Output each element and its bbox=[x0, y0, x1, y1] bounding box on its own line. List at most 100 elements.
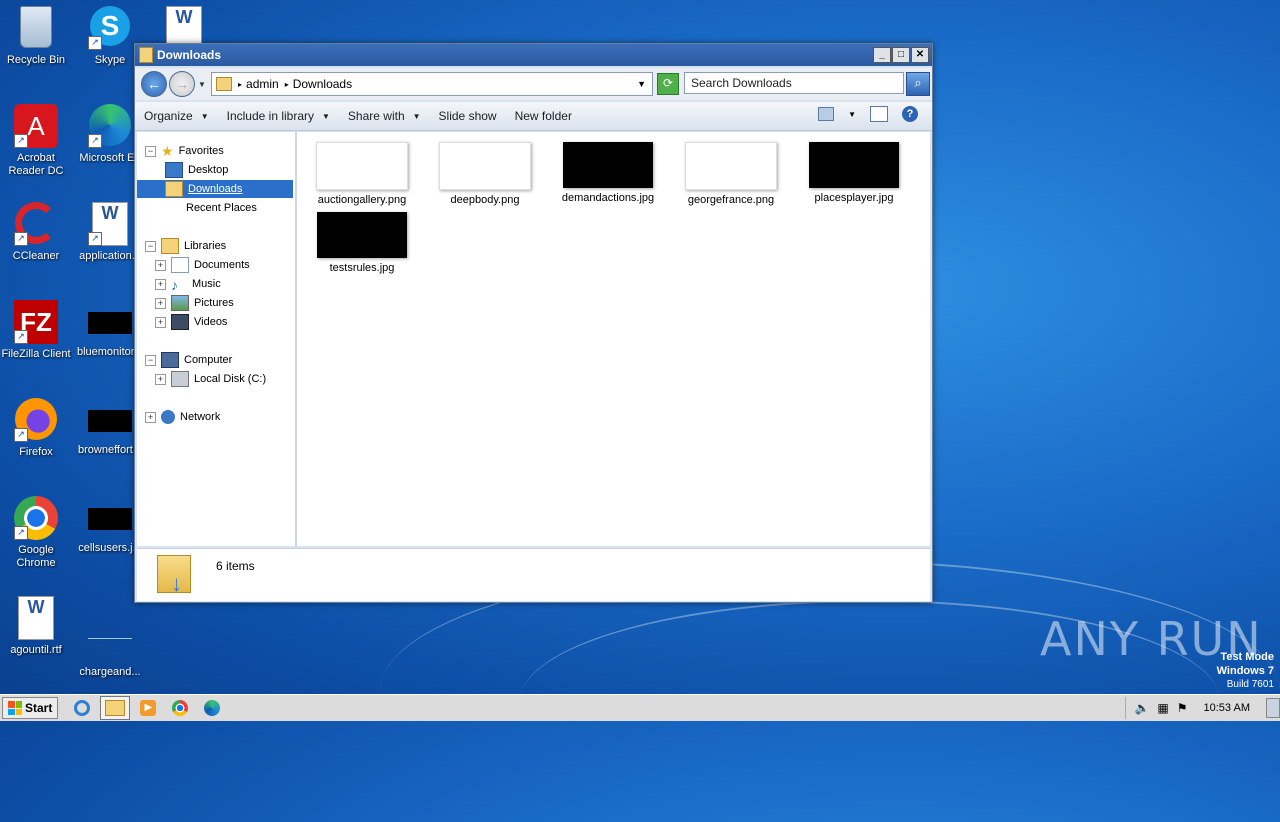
libraries-icon bbox=[161, 238, 179, 254]
desktop-icon-recycle-bin[interactable]: Recycle Bin bbox=[0, 6, 72, 67]
clock[interactable]: 10:53 AM bbox=[1196, 702, 1258, 714]
word-document-icon: W ↗ bbox=[88, 202, 132, 246]
skype-icon: S ↗ bbox=[88, 6, 132, 50]
expand-icon[interactable]: + bbox=[155, 259, 166, 271]
file-item[interactable]: demandactions.jpg bbox=[548, 142, 668, 204]
search-icon[interactable]: ⌕ bbox=[906, 72, 930, 96]
file-name: auctiongallery.png bbox=[317, 194, 407, 206]
title-bar[interactable]: Downloads _ □ ✕ bbox=[135, 44, 932, 66]
new-folder-button[interactable]: New folder bbox=[506, 109, 581, 123]
image-thumbnail bbox=[809, 142, 899, 188]
nav-computer[interactable]: − Computer bbox=[145, 351, 232, 369]
taskbar-edge[interactable] bbox=[198, 697, 226, 719]
desktop-icon-ccleaner[interactable]: ↗ CCleaner bbox=[0, 202, 72, 263]
edge-icon bbox=[204, 700, 221, 716]
nav-videos[interactable]: + Videos bbox=[155, 313, 227, 331]
change-view-icon[interactable] bbox=[818, 107, 835, 121]
file-item[interactable]: deepbody.png bbox=[425, 142, 545, 206]
help-icon[interactable]: ? bbox=[902, 106, 918, 122]
file-name: deepbody.png bbox=[450, 194, 520, 206]
image-thumbnail bbox=[563, 142, 653, 188]
test-mode-watermark: Test Mode Windows 7 Build 7601 bbox=[1217, 650, 1274, 692]
nav-network[interactable]: + Network bbox=[145, 408, 220, 426]
desktop-icon-agountil[interactable]: W agountil.rtf bbox=[0, 596, 72, 657]
command-bar: Organize ▼ Include in library ▼ Share with… bbox=[135, 102, 932, 131]
taskbar-internet-explorer[interactable] bbox=[68, 697, 96, 719]
nav-desktop[interactable]: Desktop bbox=[165, 161, 228, 179]
media-player-icon: ▶ bbox=[140, 700, 157, 716]
expand-icon[interactable]: + bbox=[155, 278, 166, 290]
nav-music[interactable]: + ♪ Music bbox=[155, 275, 221, 293]
music-icon: ♪ bbox=[171, 277, 178, 293]
nav-downloads[interactable]: Downloads bbox=[137, 180, 293, 198]
refresh-button[interactable]: ⟳ bbox=[657, 73, 679, 95]
address-dropdown-icon[interactable]: ▼ bbox=[637, 79, 646, 89]
breadcrumb-downloads[interactable]: Downloads bbox=[293, 77, 352, 91]
firefox-icon: ↗ bbox=[14, 398, 58, 442]
desktop-icon-filezilla[interactable]: FZ ↗ FileZilla Client bbox=[0, 300, 72, 361]
collapse-icon[interactable]: − bbox=[145, 145, 156, 157]
collapse-icon[interactable]: − bbox=[145, 240, 156, 252]
breadcrumb-separator[interactable]: ▸ bbox=[285, 80, 289, 89]
nav-favorites[interactable]: − ★ Favorites bbox=[145, 142, 224, 160]
address-bar[interactable]: ▸ admin ▸ Downloads ▼ bbox=[211, 72, 653, 96]
view-options-chevron-icon[interactable]: ▼ bbox=[848, 110, 856, 119]
chevron-down-icon: ▼ bbox=[412, 111, 421, 121]
network-tray-icon[interactable]: ▦ bbox=[1157, 701, 1168, 715]
redacted-file-icon bbox=[88, 508, 132, 530]
desktop-icon-chrome[interactable]: ↗ Google Chrome bbox=[0, 496, 72, 570]
share-with-button[interactable]: Share with ▼ bbox=[339, 109, 430, 123]
back-button[interactable]: ← bbox=[141, 71, 167, 97]
expand-icon[interactable]: + bbox=[155, 297, 166, 309]
downloads-folder-icon bbox=[165, 181, 183, 197]
chrome-icon bbox=[172, 700, 189, 716]
nav-recent-places[interactable]: Recent Places bbox=[165, 199, 257, 217]
nav-local-disk[interactable]: + Local Disk (C:) bbox=[155, 370, 266, 388]
desktop-icon-acrobat[interactable]: A ↗ Acrobat Reader DC bbox=[0, 104, 72, 178]
windows-logo-icon bbox=[8, 701, 22, 715]
desktop-icon-firefox[interactable]: ↗ Firefox bbox=[0, 398, 72, 459]
nav-documents[interactable]: + Documents bbox=[155, 256, 250, 274]
word-document-icon: W bbox=[14, 596, 58, 640]
nav-label: Local Disk (C:) bbox=[194, 373, 267, 385]
expand-icon[interactable]: + bbox=[145, 411, 156, 423]
recent-pages-dropdown[interactable]: ▼ bbox=[198, 80, 206, 89]
file-item[interactable]: georgefrance.png bbox=[671, 142, 791, 206]
recent-places-icon bbox=[165, 201, 181, 215]
file-item[interactable]: testsrules.jpg bbox=[302, 212, 422, 274]
speaker-icon[interactable]: 🔈 bbox=[1134, 701, 1149, 715]
collapse-icon[interactable]: − bbox=[145, 354, 156, 366]
close-button[interactable]: ✕ bbox=[911, 47, 929, 63]
nav-pictures[interactable]: + Pictures bbox=[155, 294, 234, 312]
desktop-icon-chargeand[interactable]: chargeand... bbox=[74, 596, 146, 679]
star-icon: ★ bbox=[161, 142, 174, 159]
image-thumbnail bbox=[316, 142, 408, 190]
breadcrumb-separator[interactable]: ▸ bbox=[238, 80, 242, 89]
forward-button[interactable]: → bbox=[169, 71, 195, 97]
documents-icon bbox=[171, 257, 189, 273]
flag-icon[interactable]: ⚑ bbox=[1177, 701, 1188, 715]
file-item[interactable]: auctiongallery.png bbox=[302, 142, 422, 206]
file-item[interactable]: placesplayer.jpg bbox=[794, 142, 914, 204]
expand-icon[interactable]: + bbox=[155, 373, 166, 385]
slide-show-button[interactable]: Slide show bbox=[430, 109, 506, 123]
taskbar-explorer[interactable] bbox=[100, 696, 131, 720]
taskbar-chrome[interactable] bbox=[166, 697, 194, 719]
organize-button[interactable]: Organize ▼ bbox=[135, 109, 218, 123]
include-in-library-button[interactable]: Include in library ▼ bbox=[218, 109, 339, 123]
window-title: Downloads bbox=[157, 48, 222, 62]
taskbar-media-player[interactable]: ▶ bbox=[134, 697, 162, 719]
nav-libraries[interactable]: − Libraries bbox=[145, 237, 226, 255]
start-button[interactable]: Start bbox=[2, 697, 59, 719]
expand-icon[interactable]: + bbox=[155, 316, 166, 328]
search-input[interactable]: Search Downloads bbox=[684, 72, 904, 94]
videos-icon bbox=[171, 314, 189, 330]
show-desktop-button[interactable] bbox=[1266, 698, 1280, 718]
maximize-button[interactable]: □ bbox=[892, 47, 910, 63]
image-thumbnail bbox=[439, 142, 531, 190]
watermark-line: Build 7601 bbox=[1226, 679, 1274, 690]
taskbar: Start ▶ 🔈 ▦ ⚑ 10:53 AM bbox=[0, 694, 1280, 721]
preview-pane-icon[interactable] bbox=[870, 106, 888, 122]
minimize-button[interactable]: _ bbox=[873, 47, 891, 63]
breadcrumb-admin[interactable]: admin bbox=[246, 77, 279, 91]
